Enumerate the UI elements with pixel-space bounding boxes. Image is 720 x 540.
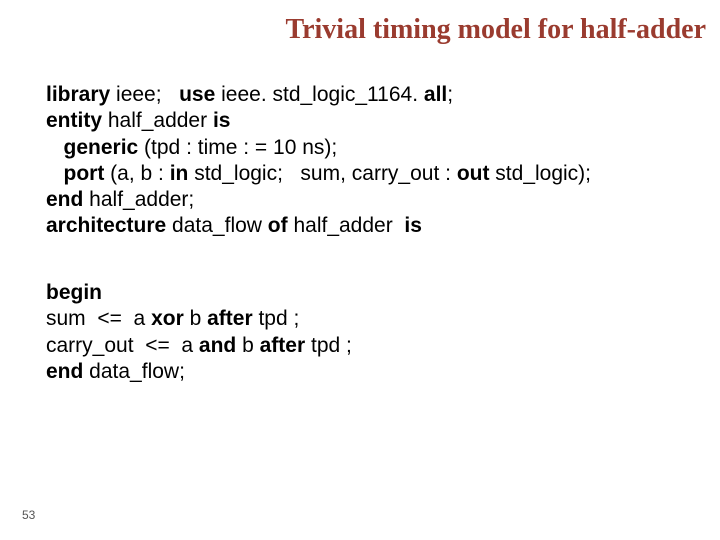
code-block-2: begin sum <= a xor b after tpd ; carry_o…: [46, 280, 352, 385]
carry-rest: tpd ;: [305, 334, 352, 357]
kw-is: is: [213, 109, 231, 132]
kw-after: after: [207, 307, 253, 330]
kw-and: and: [199, 334, 236, 357]
carry-mid: b: [236, 334, 259, 357]
kw-is2: is: [404, 214, 422, 237]
gen-args: (tpd : time : = 10 ns);: [138, 136, 337, 159]
use-rest: ieee. std_logic_1164.: [215, 83, 424, 106]
kw-out: out: [457, 162, 490, 185]
slide-title: Trivial timing model for half-adder: [286, 14, 707, 46]
kw-entity: entity: [46, 109, 102, 132]
kw-xor: xor: [151, 307, 184, 330]
lib-name: ieee;: [110, 83, 179, 106]
kw-architecture: architecture: [46, 214, 166, 237]
kw-end: end: [46, 360, 83, 383]
port-open: (a, b :: [104, 162, 169, 185]
semi: ;: [447, 83, 453, 106]
sum-rest: tpd ;: [253, 307, 300, 330]
kw-all: all: [424, 83, 447, 106]
kw-use: use: [179, 83, 215, 106]
slide: Trivial timing model for half-adder libr…: [0, 0, 720, 540]
end2-rest: data_flow;: [83, 360, 185, 383]
code-block-1: library ieee; use ieee. std_logic_1164. …: [46, 82, 591, 240]
port-mid: std_logic; sum, carry_out :: [188, 162, 456, 185]
line-sum: sum <= a: [46, 307, 151, 330]
arch-name: data_flow: [166, 214, 268, 237]
port-close: std_logic);: [489, 162, 591, 185]
kw-port: port: [64, 162, 105, 185]
line-carry: carry_out <= a: [46, 334, 199, 357]
kw-end: end: [46, 188, 83, 211]
kw-library: library: [46, 83, 110, 106]
kw-generic: generic: [64, 136, 139, 159]
kw-in: in: [170, 162, 189, 185]
indent: [46, 136, 64, 159]
arch-ent: half_adder: [288, 214, 405, 237]
page-number: 53: [22, 508, 35, 522]
kw-after: after: [260, 334, 306, 357]
kw-begin: begin: [46, 281, 102, 304]
end1-rest: half_adder;: [83, 188, 194, 211]
sum-mid: b: [184, 307, 207, 330]
indent: [46, 162, 64, 185]
kw-of: of: [268, 214, 288, 237]
ent-name: half_adder: [102, 109, 213, 132]
